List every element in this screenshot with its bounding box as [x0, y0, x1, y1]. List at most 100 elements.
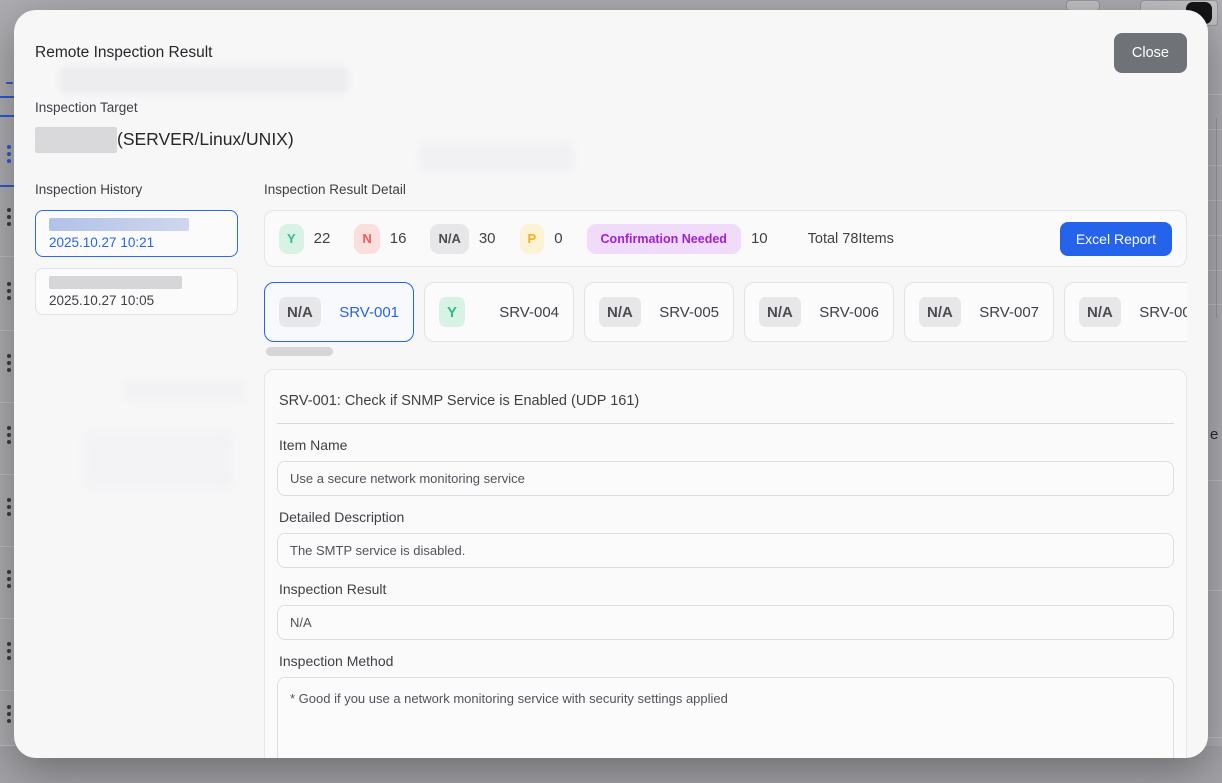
background-table-row-divider	[1208, 200, 1222, 201]
inspection-target-value: (SERVER/Linux/UNIX)	[35, 126, 1187, 153]
background-table-row-divider	[0, 96, 15, 98]
field-label: Detailed Description	[279, 509, 1172, 525]
tab-item-id: SRV-007	[979, 304, 1039, 321]
check-item-tab[interactable]: N/ASRV-007	[904, 282, 1054, 342]
target-platform: (SERVER/Linux/UNIX)	[117, 129, 294, 150]
modal-title: Remote Inspection Result	[35, 44, 212, 62]
summary-count-group: Y22	[279, 224, 330, 254]
result-detail-panel: SRV-001: Check if SNMP Service is Enable…	[264, 369, 1187, 758]
field-value-box: N/A	[277, 605, 1174, 640]
background-kebab-icon	[7, 705, 11, 723]
background-kebab-icon	[7, 208, 11, 226]
panel-heading: SRV-001: Check if SNMP Service is Enable…	[279, 393, 1172, 409]
tab-status-badge: N/A	[279, 297, 321, 327]
tab-item-id: SRV-001	[339, 304, 399, 321]
background-table-row-divider	[0, 330, 15, 331]
background-table-row-divider	[1208, 304, 1222, 305]
status-badge: P	[520, 224, 545, 254]
background-table-row-divider	[0, 256, 15, 257]
background-table-row-divider	[1208, 235, 1222, 236]
inspection-target-label: Inspection Target	[35, 100, 1187, 115]
tabs-scrollbar-thumb[interactable]	[266, 347, 333, 356]
background-kebab-icon	[7, 498, 11, 516]
background-kebab-icon	[7, 354, 11, 372]
background-selected-row-highlight	[6, 82, 13, 84]
background-table-row-divider	[0, 402, 15, 403]
history-item[interactable]: 2025.10.27 10:21	[35, 210, 238, 257]
background-table-row-divider	[0, 474, 15, 475]
summary-count-group: N 16	[354, 224, 406, 254]
background-table-row-divider	[0, 546, 15, 547]
redacted-history-name	[49, 218, 189, 231]
field-label: Inspection Result	[279, 581, 1172, 597]
background-table-row-divider	[0, 690, 15, 691]
background-table-row-divider	[1208, 129, 1222, 130]
redacted-history-name	[49, 276, 182, 289]
tab-status-badge: N/A	[759, 297, 801, 327]
status-badge: N/A	[430, 224, 468, 254]
background-table-row-divider	[0, 618, 15, 619]
background-kebab-icon	[7, 282, 11, 300]
screen: e Remote Inspection Result Close Inspect…	[0, 0, 1222, 783]
status-count: 30	[479, 230, 496, 247]
tab-item-id: SRV-008	[1139, 304, 1187, 321]
check-item-tab[interactable]: N/A SRV-008	[1064, 282, 1187, 342]
history-list: 2025.10.27 10:21 2025.10.27 10:05	[35, 210, 238, 315]
tab-status-badge: Y	[439, 297, 465, 327]
field-label: Inspection Method	[279, 653, 1172, 669]
status-count: 22	[314, 230, 331, 247]
background-table-row-divider	[1208, 737, 1222, 738]
check-item-tab[interactable]: Y SRV-004	[424, 282, 574, 342]
history-timestamp: 2025.10.27 10:05	[49, 293, 237, 308]
check-item-tab[interactable]: N/A SRV-001	[264, 282, 414, 342]
divider	[277, 423, 1174, 424]
tab-status-badge: N/A	[1079, 297, 1121, 327]
tab-item-id: SRV-006	[819, 304, 879, 321]
field-value-box: The SMTP service is disabled.	[277, 533, 1174, 568]
background-table-row-divider	[1208, 270, 1222, 271]
close-button[interactable]: Close	[1114, 33, 1187, 73]
remote-inspection-modal: Remote Inspection Result Close Inspectio…	[14, 10, 1208, 758]
tab-item-id: SRV-005	[659, 304, 719, 321]
result-summary-bar: Y22 N 16 N/A 30 P0 Confirmation Needed 10 Total…	[264, 210, 1187, 267]
tabs-scrollbar	[264, 347, 1187, 356]
background-table-row-divider	[1208, 94, 1222, 95]
background-table-row-divider	[1208, 590, 1222, 591]
field-value-box: * Good if you use a network monitoring s…	[277, 677, 1174, 758]
background-kebab-icon	[7, 145, 11, 163]
status-count: 0	[554, 230, 562, 247]
history-timestamp: 2025.10.27 10:21	[49, 235, 237, 250]
check-item-tab[interactable]: N/A SRV-005	[584, 282, 734, 342]
modal-header: Remote Inspection Result Close	[35, 10, 1187, 73]
history-item[interactable]: 2025.10.27 10:05	[35, 268, 238, 315]
background-kebab-icon	[7, 426, 11, 444]
background-kebab-icon	[7, 570, 11, 588]
field-label: Item Name	[279, 437, 1172, 453]
inspection-result-column: Inspection Result Detail Y22N16N/A30P0Co…	[264, 182, 1187, 758]
background-table-row-divider	[1208, 165, 1222, 166]
redacted-target-name	[35, 127, 117, 153]
status-count: 16	[390, 230, 407, 247]
summary-counts: Y22 N 16 N/A 30 P0 Confirmation Needed 10	[279, 224, 792, 254]
background-table-row-divider	[1208, 480, 1222, 481]
check-item-tabs: N/ASRV-001YSRV-004N/ASRV-005N/ASRV-006N/…	[264, 282, 1187, 342]
tab-status-badge: N/A	[599, 297, 641, 327]
background-kebab-icon	[7, 642, 11, 660]
background-table-row-divider	[0, 115, 15, 117]
total-items-label: Total 78Items	[808, 231, 894, 247]
inspection-history-column: Inspection History 2025.10.27 10:212025.…	[35, 182, 238, 758]
detail-fields: Item Name Use a secure network monitoring…	[277, 437, 1174, 758]
status-badge: Confirmation Needed	[587, 224, 741, 254]
summary-count-group: N/A 30	[430, 224, 495, 254]
excel-report-button[interactable]: Excel Report	[1060, 222, 1172, 256]
status-count: 10	[751, 230, 768, 247]
check-item-tab[interactable]: N/A SRV-006	[744, 282, 894, 342]
summary-count-group: Confirmation Needed 10	[587, 224, 768, 254]
background-table-row-divider	[0, 185, 15, 187]
status-badge: N	[354, 224, 379, 254]
tab-item-id: SRV-004	[499, 304, 559, 321]
field-value-box: Use a secure network monitoring service	[277, 461, 1174, 496]
modal-body: Inspection History 2025.10.27 10:212025.…	[35, 182, 1187, 758]
summary-count-group: P0	[520, 224, 563, 254]
background-table-column-divider	[1216, 118, 1217, 318]
